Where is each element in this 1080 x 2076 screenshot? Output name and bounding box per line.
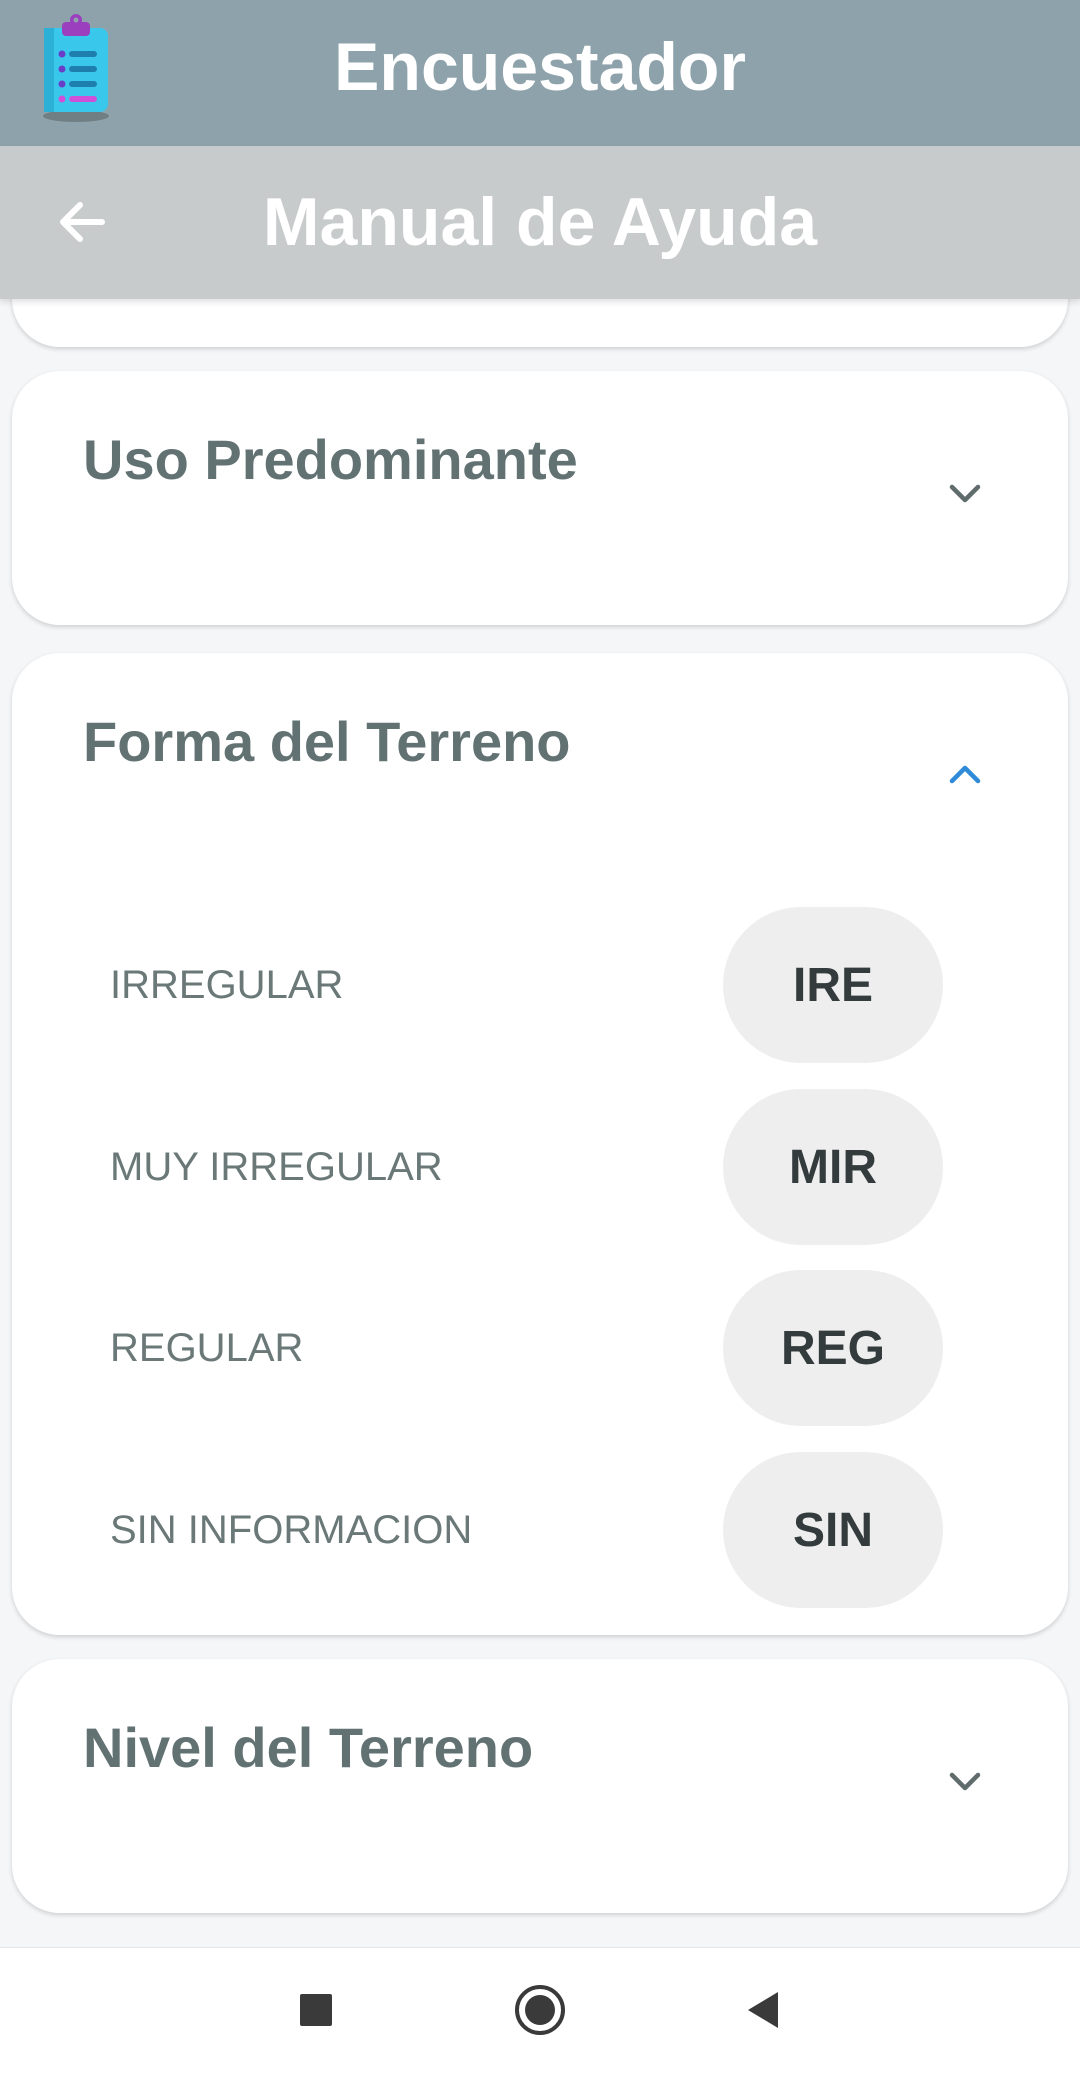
section-nivel-del-terreno[interactable]: Nivel del Terreno [12, 1659, 1068, 1913]
option-row-muy-irregular[interactable]: MUY IRREGULAR MIR [12, 1089, 1068, 1245]
option-row-sin-informacion[interactable]: SIN INFORMACION SIN [12, 1452, 1068, 1608]
system-navigation-bar [0, 1947, 1080, 2076]
back-triangle-icon[interactable] [722, 1970, 802, 2050]
section-title: Forma del Terreno [83, 710, 571, 773]
app-bar: Encuestador [0, 0, 1080, 146]
option-label: IRREGULAR [110, 963, 344, 1007]
home-circle-icon[interactable] [500, 1970, 580, 2050]
option-row-regular[interactable]: REGULAR REG [12, 1270, 1068, 1426]
chevron-down-icon[interactable] [942, 470, 988, 516]
section-forma-del-terreno[interactable]: Forma del Terreno IRREGULAR IRE MUY IRRE… [12, 653, 1068, 1635]
option-label: MUY IRREGULAR [110, 1145, 443, 1189]
page-header: Manual de Ayuda [0, 146, 1080, 299]
option-row-irregular[interactable]: IRREGULAR IRE [12, 907, 1068, 1063]
chevron-down-icon[interactable] [942, 1758, 988, 1804]
option-code-chip[interactable]: MIR [723, 1089, 943, 1245]
option-code-chip[interactable]: REG [723, 1270, 943, 1426]
help-content[interactable]: Uso Predominante Forma del Terreno IRREG… [0, 299, 1080, 1947]
app-title: Encuestador [334, 29, 746, 105]
chevron-up-icon[interactable] [942, 752, 988, 798]
section-title: Nivel del Terreno [83, 1716, 534, 1779]
option-code-chip[interactable]: SIN [723, 1452, 943, 1608]
section-title: Uso Predominante [83, 428, 578, 491]
recents-square-icon[interactable] [276, 1970, 356, 2050]
option-label: SIN INFORMACION [110, 1508, 473, 1552]
page-title: Manual de Ayuda [262, 184, 818, 260]
previous-section-card[interactable] [12, 299, 1068, 347]
section-uso-predominante[interactable]: Uso Predominante [12, 371, 1068, 625]
option-label: REGULAR [110, 1326, 304, 1370]
option-code-chip[interactable]: IRE [723, 907, 943, 1063]
